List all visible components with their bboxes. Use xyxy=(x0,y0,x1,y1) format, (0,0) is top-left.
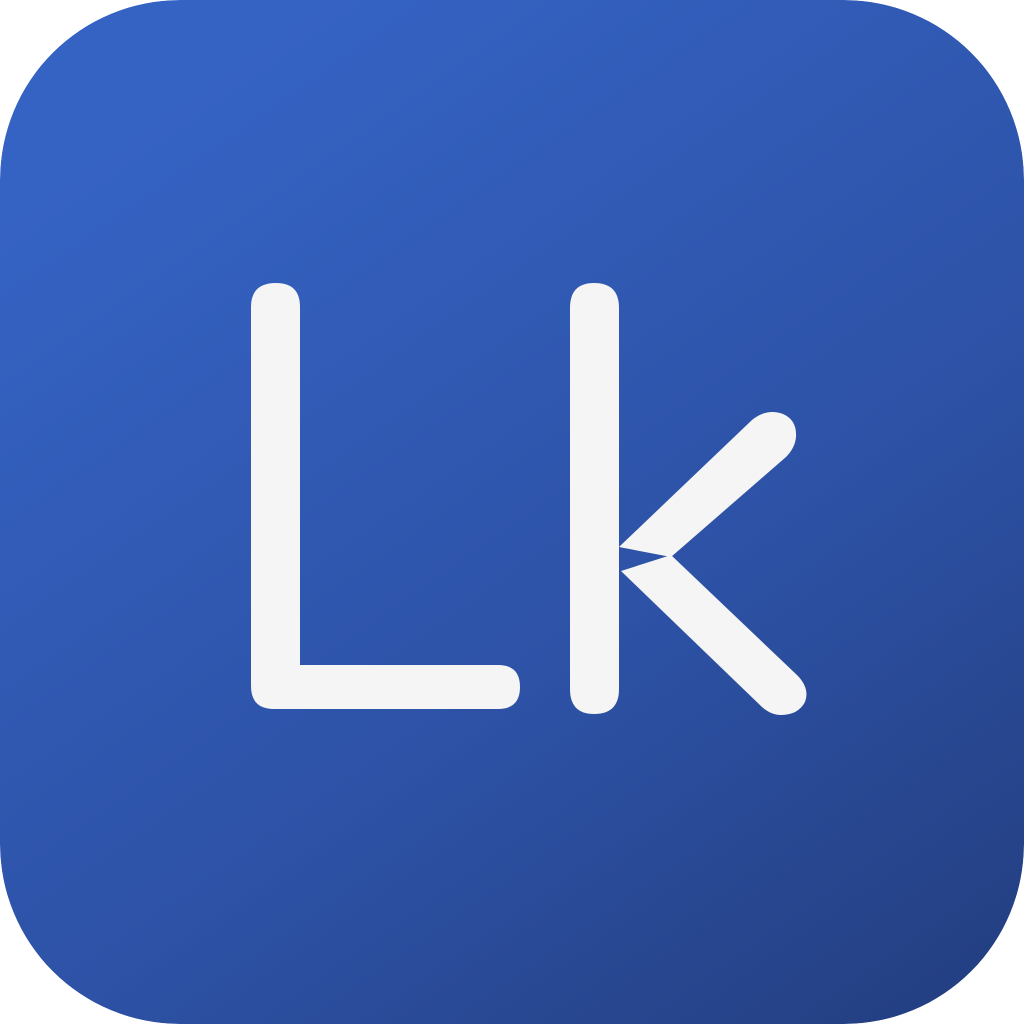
app-icon: Lk xyxy=(0,0,1024,1024)
icon-background xyxy=(0,0,1024,1024)
app-icon-graphic: Lk xyxy=(0,0,1024,1024)
letter-k-stem xyxy=(570,283,619,714)
